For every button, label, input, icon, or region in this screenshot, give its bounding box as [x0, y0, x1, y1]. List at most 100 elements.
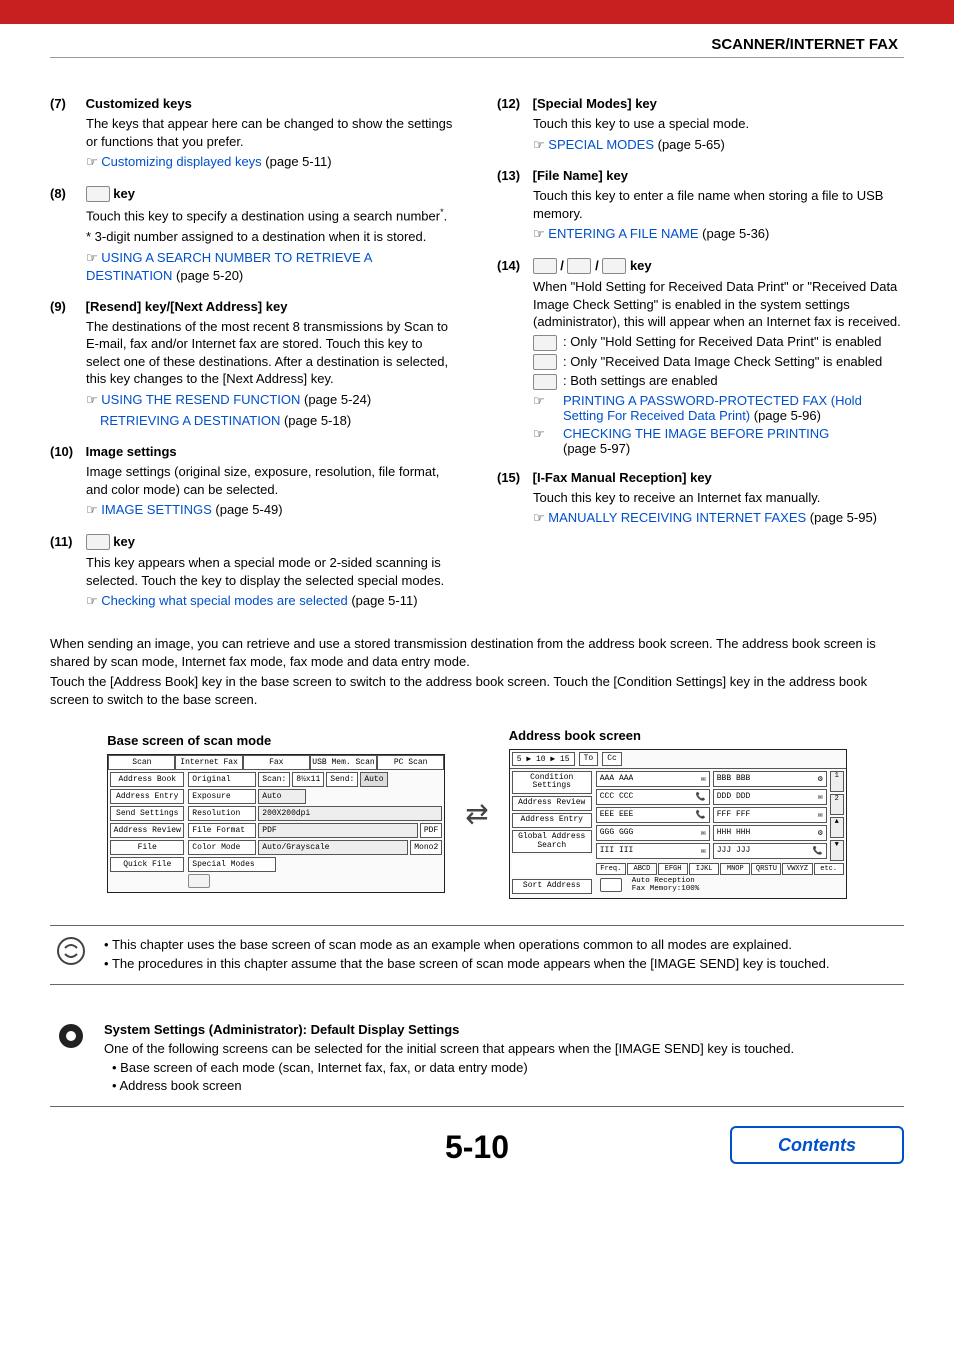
row-resolution-value: 200X200dpi	[258, 806, 442, 821]
link-retrieving-destination[interactable]: RETRIEVING A DESTINATION	[100, 413, 280, 428]
base-screen-shot: Base screen of scan mode Scan Internet F…	[107, 733, 445, 893]
ab-tab-qrstu: QRSTU	[751, 863, 781, 875]
ab-cell-ddd: DDD DDD✉	[713, 789, 827, 805]
tab-internet-fax: Internet Fax	[175, 755, 242, 770]
ab-footer: Auto Reception Fax Memory:100%	[596, 875, 844, 895]
link-image-settings[interactable]: IMAGE SETTINGS	[101, 502, 212, 517]
ab-cc-button: Cc	[602, 752, 622, 766]
section-heading: SCANNER/INTERNET FAX	[50, 34, 904, 58]
item-11-body: This key appears when a special mode or …	[86, 554, 457, 611]
address-book-shot: Address book screen 5 ▶ 10 ▶ 15 To Cc Co…	[509, 728, 847, 900]
ab-cell-jjj: JJJ JJJ📞	[713, 843, 827, 859]
item-12-num: (12)	[497, 96, 529, 111]
item-7-title: Customized keys	[86, 96, 192, 111]
base-screen-tabs-row: Scan Internet Fax Fax USB Mem. Scan PC S…	[108, 755, 444, 770]
btn-address-entry-2: Address Entry	[512, 813, 592, 828]
address-book-right-panel: AAA AAA✉BBB BBB⚙ CCC CCC📞DDD DDD✉ EEE EE…	[594, 769, 846, 899]
note-admin-title: System Settings (Administrator): Default…	[104, 1022, 459, 1037]
btn-send-settings: Send Settings	[110, 806, 184, 821]
ab-tab-freq: Freq.	[596, 863, 626, 875]
link-entering-file-name[interactable]: ENTERING A FILE NAME	[548, 226, 698, 241]
item-9-pageref1: (page 5-24)	[300, 392, 371, 407]
item-8-title: key	[113, 186, 135, 201]
tab-scan: Scan	[108, 755, 175, 770]
base-screen-title: Base screen of scan mode	[107, 733, 445, 748]
item-8-text1: Touch this key to specify a destination …	[86, 209, 440, 224]
search-number-key-icon	[86, 186, 110, 202]
link-manual-ifax[interactable]: MANUALLY RECEIVING INTERNET FAXES	[548, 510, 806, 525]
item-9-pageref2: (page 5-18)	[280, 413, 351, 428]
ab-tab-vwxyz: VWXYZ	[782, 863, 812, 875]
hold-print-key-icon	[533, 258, 557, 274]
btn-sort-address: Sort Address	[512, 879, 592, 894]
pointer-icon: ☞	[533, 394, 545, 409]
note-info-bullet-1: This chapter uses the base screen of sca…	[112, 937, 792, 952]
note-admin-li2: Address book screen	[119, 1078, 241, 1093]
top-red-bar	[0, 0, 954, 24]
ab-alpha-tabs: Freq. ABCD EFGH IJKL MNOP QRSTU VWXYZ et…	[596, 863, 844, 875]
btn-quick-file: Quick File	[110, 857, 184, 872]
link-checking-special-modes[interactable]: Checking what special modes are selected	[101, 593, 347, 608]
left-column: (7) Customized keys The keys that appear…	[50, 82, 457, 611]
contents-button[interactable]: Contents	[730, 1126, 904, 1164]
address-book-frame: 5 ▶ 10 ▶ 15 To Cc Condition Settings Add…	[509, 749, 847, 900]
row-original-label: Original	[188, 772, 256, 787]
base-screen-right-panel: Original Scan: 8½x11 Send: Auto Exposure…	[186, 770, 444, 892]
note-admin-text: System Settings (Administrator): Default…	[104, 1021, 898, 1096]
address-book-left-buttons: Condition Settings Address Review Addres…	[510, 769, 594, 899]
note-block-info: • This chapter uses the base screen of s…	[50, 925, 904, 985]
item-12-body: Touch this key to use a special mode. ☞ …	[533, 115, 904, 154]
ab-scroll-up-icon: ▲	[830, 817, 844, 838]
item-14-b2: : Only "Received Data Image Check Settin…	[563, 354, 904, 371]
note-info-text: • This chapter uses the base screen of s…	[104, 936, 898, 974]
row-fileformat-value: PDF	[258, 823, 418, 838]
pointer-icon: ☞	[86, 251, 98, 266]
item-7-num: (7)	[50, 96, 82, 111]
pointer-icon: ☞	[533, 227, 545, 242]
item-14-num: (14)	[497, 258, 529, 273]
paragraph-2: Touch the [Address Book] key in the base…	[50, 673, 904, 709]
info-note-icon	[56, 936, 86, 966]
hold-print-icon	[533, 335, 557, 351]
item-11-pageref: (page 5-11)	[348, 593, 418, 608]
both-settings-key-icon	[602, 258, 626, 274]
ab-cell-eee: EEE EEE📞	[596, 807, 710, 823]
note-admin-li1: Base screen of each mode (scan, Internet…	[120, 1060, 528, 1075]
ab-footer-text: Auto Reception Fax Memory:100%	[632, 877, 700, 893]
item-7-pageref: (page 5-11)	[262, 154, 332, 169]
ab-left-spacer	[512, 855, 592, 877]
ab-footer-icon	[600, 878, 622, 892]
item-8-footnote: * 3-digit number assigned to a destinati…	[86, 228, 457, 246]
row-resolution-label: Resolution	[188, 806, 256, 821]
item-10-title: Image settings	[86, 444, 177, 459]
row-original-scan-label: Scan:	[258, 772, 290, 787]
item-14-b1: : Only "Hold Setting for Received Data P…	[563, 334, 904, 351]
right-column: (12) [Special Modes] key Touch this key …	[497, 82, 904, 611]
base-screen-left-buttons: Address Book Address Entry Send Settings…	[108, 770, 186, 892]
item-15-num: (15)	[497, 470, 529, 485]
link-customizing-keys[interactable]: Customizing displayed keys	[101, 154, 261, 169]
link-resend-function[interactable]: USING THE RESEND FUNCTION	[101, 392, 300, 407]
ab-cell-ccc: CCC CCC📞	[596, 789, 710, 805]
link-special-modes[interactable]: SPECIAL MODES	[548, 137, 654, 152]
special-modes-list-key-icon	[86, 534, 110, 550]
tab-usb-mem-scan: USB Mem. Scan	[310, 755, 377, 770]
item-13-title: [File Name] key	[533, 168, 628, 183]
item-13-text: Touch this key to enter a file name when…	[533, 188, 883, 221]
row-original-send-label: Send:	[326, 772, 358, 787]
note-block-admin: System Settings (Administrator): Default…	[50, 1011, 904, 1107]
ab-tab-mnop: MNOP	[720, 863, 750, 875]
page-container: SCANNER/INTERNET FAX (7) Customized keys…	[0, 24, 954, 1186]
row-original-scan-value: 8½x11	[292, 772, 324, 787]
paragraph-1: When sending an image, you can retrieve …	[50, 635, 904, 671]
item-8-head: (8) key	[50, 186, 457, 203]
item-9-head: (9) [Resend] key/[Next Address] key	[50, 299, 457, 314]
address-book-title: Address book screen	[509, 728, 847, 743]
link-check-image-before-print[interactable]: CHECKING THE IMAGE BEFORE PRINTING	[563, 426, 829, 441]
pointer-icon: ☞	[86, 594, 98, 609]
ab-to-button: To	[579, 752, 599, 766]
tab-fax: Fax	[243, 755, 310, 770]
item-10-text: Image settings (original size, exposure,…	[86, 464, 439, 497]
screenshots-row: Base screen of scan mode Scan Internet F…	[50, 728, 904, 900]
item-15-pageref: (page 5-95)	[806, 510, 877, 525]
